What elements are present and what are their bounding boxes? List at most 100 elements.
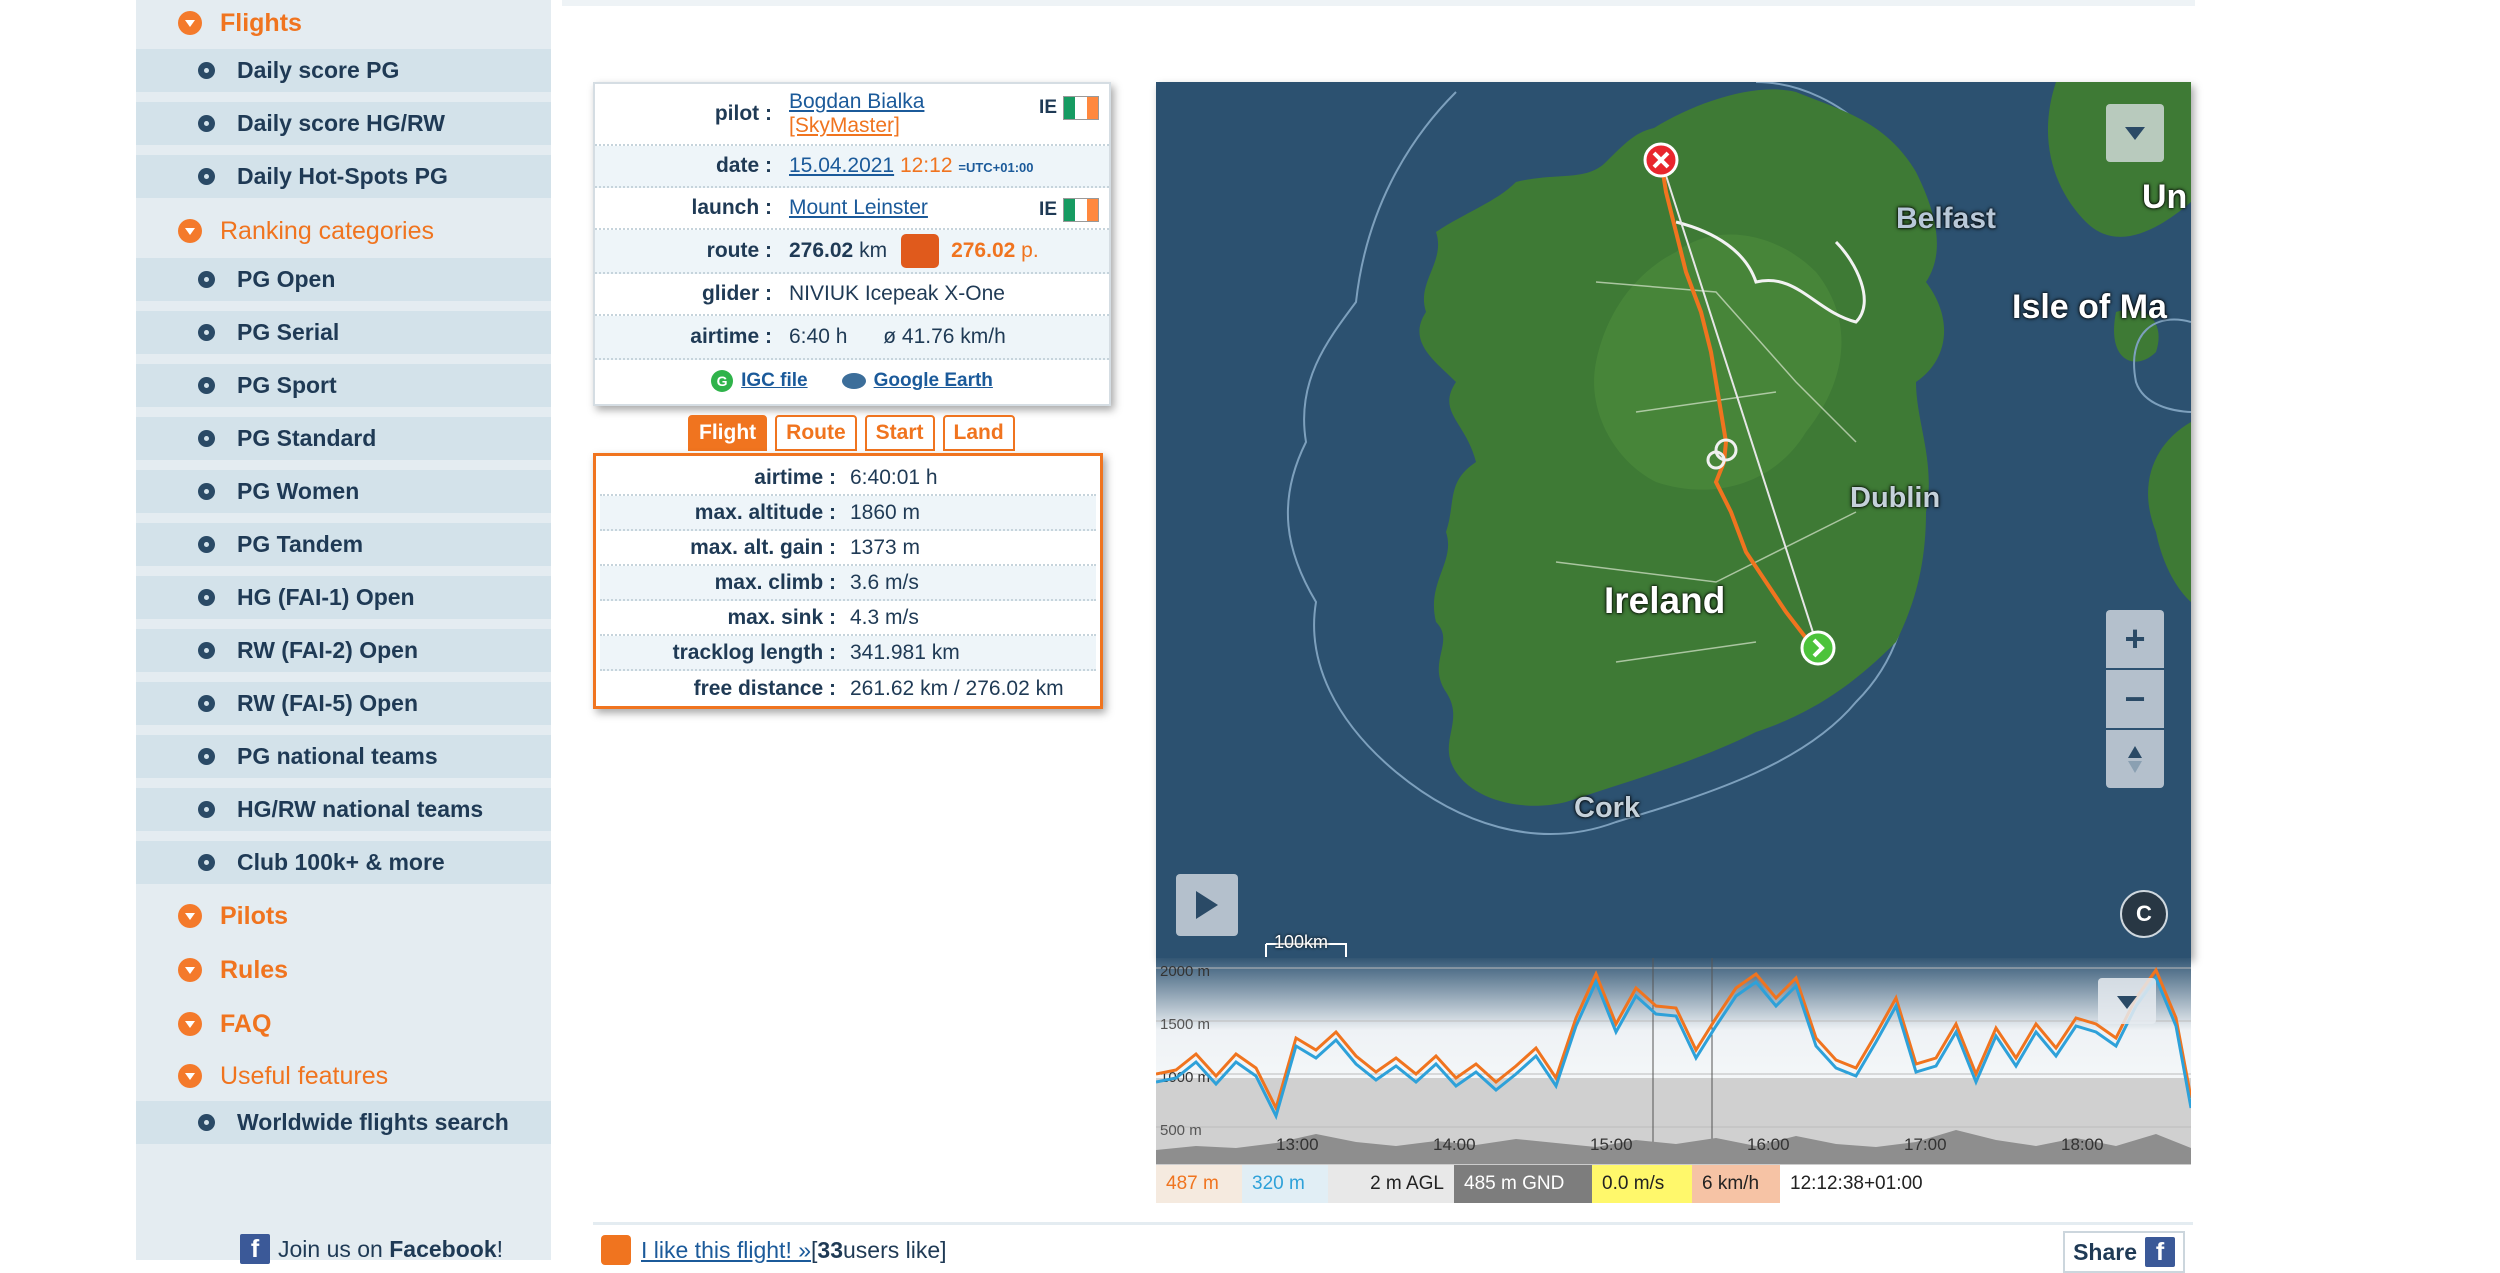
facebook-prefix: Join us on [278, 1235, 383, 1262]
route-points: 276.02 [951, 239, 1016, 262]
like-section: I like this flight! » [33 users like] [601, 1235, 947, 1265]
bullet-icon [198, 115, 215, 132]
nav-daily-score-hgrw[interactable]: Daily score HG/RW [136, 102, 551, 148]
altitude-profile[interactable]: 2000 m 1500 m 1000 m 500 m 13:00 14:00 1… [1156, 958, 2191, 1164]
nav-daily-score-pg[interactable]: Daily score PG [136, 49, 551, 95]
nav-pg-women[interactable]: PG Women [136, 470, 551, 516]
facebook-icon: f [2145, 1237, 2175, 1267]
facebook-name: Facebook [389, 1235, 497, 1262]
zoom-out-button[interactable]: − [2106, 670, 2164, 728]
nav-rw-fai2-open[interactable]: RW (FAI-2) Open [136, 629, 551, 675]
google-earth-label: Google Earth [873, 370, 993, 391]
nav-item-label: PG Serial [237, 319, 340, 345]
play-button[interactable] [1176, 874, 1238, 936]
speed-value: 6 km/h [1692, 1165, 1780, 1203]
track-time: 12:12:38+01:00 [1780, 1165, 1933, 1203]
tab-flight[interactable]: Flight [688, 415, 768, 451]
agl-value: 2 m AGL [1328, 1165, 1454, 1203]
nav-ranking-categories[interactable]: Ranking categories [136, 208, 551, 254]
map-label-isle-of-man: Isle of Ma [2012, 288, 2167, 326]
stat-key: tracklog length : [672, 640, 836, 664]
nav-ranking-label: Ranking categories [220, 216, 435, 245]
stat-key: max. sink : [727, 605, 836, 629]
flight-time: 12:12 [899, 154, 953, 177]
nav-pilots[interactable]: Pilots [136, 893, 551, 939]
igc-file-link[interactable]: G IGC file [711, 370, 808, 392]
south-arrow-icon [2128, 760, 2142, 773]
tab-start[interactable]: Start [864, 415, 935, 451]
compass-button[interactable] [2106, 730, 2164, 788]
nav-item-label: RW (FAI-2) Open [237, 637, 419, 663]
date-link[interactable]: 15.04.2021 [789, 154, 894, 177]
map-label-dublin: Dublin [1850, 482, 1941, 514]
launch-link[interactable]: Mount Leinster [789, 196, 928, 219]
nav-pg-sport[interactable]: PG Sport [136, 364, 551, 410]
ireland-flag-icon [1063, 198, 1099, 222]
map-layer-dropdown[interactable] [2106, 104, 2164, 162]
share-label: Share [2073, 1238, 2137, 1265]
bullet-icon [198, 377, 215, 394]
nav-daily-hotspots-pg[interactable]: Daily Hot-Spots PG [136, 155, 551, 201]
stat-key: airtime : [754, 465, 836, 489]
nav-hgrw-national-teams[interactable]: HG/RW national teams [136, 788, 551, 834]
nav-item-label: PG Standard [237, 425, 377, 451]
nav-club-100k[interactable]: Club 100k+ & more [136, 841, 551, 887]
x-label: 18:00 [2061, 1135, 2104, 1154]
nav-pg-national-teams[interactable]: PG national teams [136, 735, 551, 781]
route-value: 276.02 km 276.02 p. [789, 234, 1109, 268]
nav-faq-label: FAQ [220, 1009, 272, 1038]
map-label-cork: Cork [1574, 792, 1641, 824]
igc-icon: G [711, 370, 734, 392]
expand-icon [178, 1012, 202, 1036]
y-label: 2000 m [1160, 963, 1210, 980]
route-points-unit: p. [1021, 239, 1039, 262]
country-code: IE [1039, 199, 1057, 220]
flight-map[interactable]: Belfast Isle of Ma Un Dublin Ireland Cor… [1156, 82, 2191, 958]
nav-pg-serial[interactable]: PG Serial [136, 311, 551, 357]
pilot-value: Bogdan Bialka [SkyMaster] IE [789, 90, 1109, 138]
nav-item-label: Daily score HG/RW [237, 110, 445, 136]
bullet-icon [198, 854, 215, 871]
share-button[interactable]: Share f [2063, 1231, 2185, 1273]
nav-hg-fai1-open[interactable]: HG (FAI-1) Open [136, 576, 551, 622]
stat-row: airtime : 6:40:01 h [600, 461, 1096, 496]
like-flight-link[interactable]: I like this flight! » [641, 1237, 811, 1264]
zoom-in-button[interactable]: + [2106, 610, 2164, 668]
nav-item-label: HG/RW national teams [237, 796, 484, 822]
route-key: route : [706, 239, 772, 262]
x-label: 17:00 [1904, 1135, 1947, 1154]
nav-worldwide-search[interactable]: Worldwide flights search [136, 1101, 551, 1147]
copyright-button[interactable]: C [2120, 890, 2168, 938]
nav-pg-open[interactable]: PG Open [136, 258, 551, 304]
nav-flights[interactable]: Flights [136, 0, 551, 46]
nav-faq[interactable]: FAQ [136, 1001, 551, 1047]
bullet-icon [198, 324, 215, 341]
nav-pg-tandem[interactable]: PG Tandem [136, 523, 551, 569]
nav-useful-features[interactable]: Useful features [136, 1053, 551, 1099]
bullet-icon [198, 536, 215, 553]
ground-value: 485 m GND [1454, 1165, 1592, 1203]
bullet-icon [198, 695, 215, 712]
nav-rules[interactable]: Rules [136, 947, 551, 993]
nav-item-label: RW (FAI-5) Open [237, 690, 419, 716]
bullet-icon [198, 62, 215, 79]
tab-route[interactable]: Route [775, 415, 857, 451]
stat-value: 1860 m [850, 500, 921, 524]
stat-value: 1373 m [850, 535, 921, 559]
google-earth-link[interactable]: Google Earth [841, 370, 993, 392]
stat-key: max. altitude : [694, 500, 836, 524]
gps-altitude: 487 m [1156, 1165, 1242, 1203]
stat-row: max. alt. gain : 1373 m [600, 531, 1096, 566]
nav-pg-standard[interactable]: PG Standard [136, 417, 551, 463]
x-label: 14:00 [1433, 1135, 1476, 1154]
facebook-suffix: ! [496, 1235, 504, 1262]
bullet-icon [198, 642, 215, 659]
chevron-down-icon [2125, 126, 2145, 140]
y-label: 1500 m [1160, 1016, 1210, 1033]
tab-land[interactable]: Land [942, 415, 1015, 451]
nav-rw-fai5-open[interactable]: RW (FAI-5) Open [136, 682, 551, 728]
expand-icon [178, 1064, 202, 1088]
pilot-key: pilot : [714, 102, 772, 125]
north-arrow-icon [2128, 745, 2142, 758]
launch-row: launch : Mount Leinster IE [595, 188, 1109, 230]
